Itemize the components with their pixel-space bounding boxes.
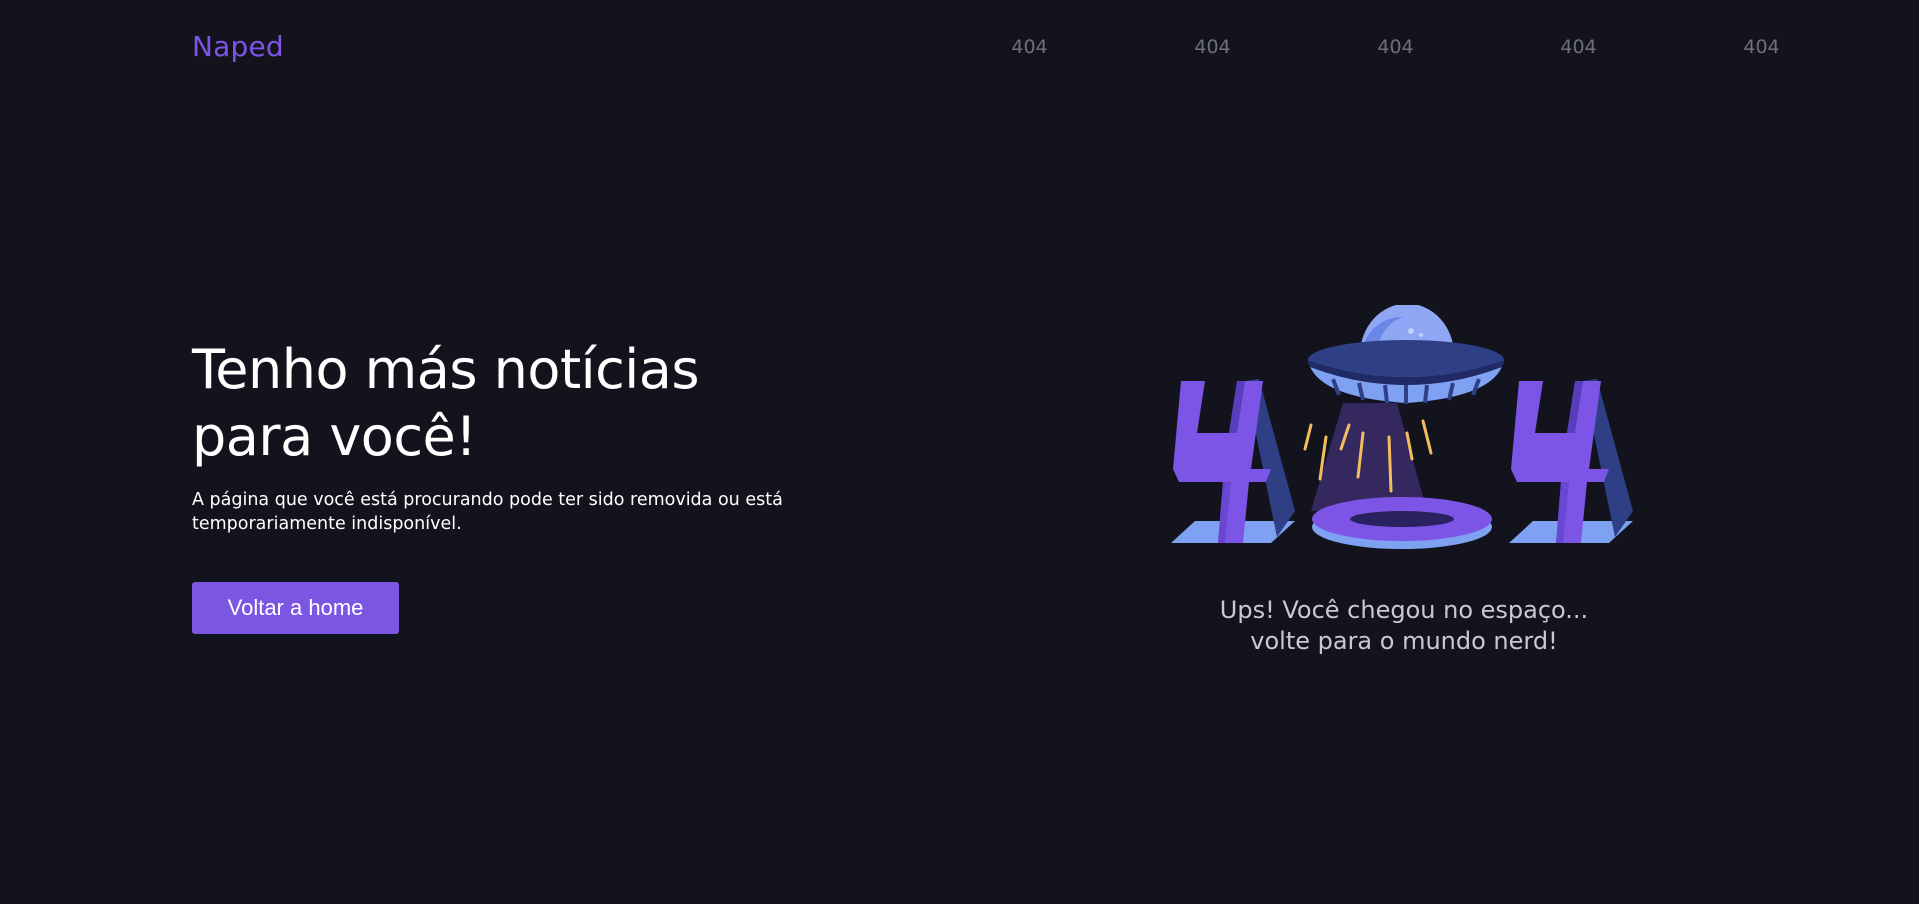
right-four-icon [1509, 379, 1633, 543]
nav-link-1[interactable]: 404 [938, 36, 1121, 58]
caption-line-1: Ups! Você chegou no espaço... [1219, 596, 1589, 624]
back-home-button[interactable]: Voltar a home [192, 582, 399, 634]
nav-link-5[interactable]: 404 [1670, 36, 1853, 58]
caption-line-2: volte para o mundo nerd! [1250, 627, 1558, 655]
header: Naped 404 404 404 404 404 [0, 0, 1919, 100]
page-description: A página que você está procurando pode t… [192, 490, 783, 534]
illustration-caption: Ups! Você chegou no espaço... volte para… [1104, 595, 1704, 657]
page: Naped 404 404 404 404 404 Tenho más notí… [0, 0, 1919, 904]
ufo-404-illustration [1171, 305, 1633, 549]
nav-link-4[interactable]: 404 [1487, 36, 1670, 58]
left-four-icon [1171, 379, 1295, 543]
nav-link-2[interactable]: 404 [1121, 36, 1304, 58]
ring-zero-icon [1312, 497, 1492, 549]
nav-link-3[interactable]: 404 [1304, 36, 1487, 58]
page-title: Tenho más notícias para você! [192, 338, 700, 468]
top-nav: 404 404 404 404 404 [938, 36, 1853, 58]
ufo-icon [1308, 305, 1504, 404]
logo-link[interactable]: Naped [192, 30, 284, 63]
